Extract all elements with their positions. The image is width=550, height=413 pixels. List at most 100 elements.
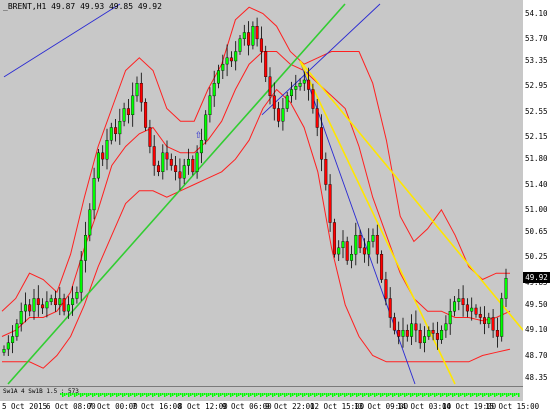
indicator-bar xyxy=(504,393,506,395)
price-tick-label: 52.95 xyxy=(525,81,548,91)
candle-body xyxy=(483,317,487,325)
candle-body xyxy=(461,298,465,306)
candle-body xyxy=(242,32,246,40)
price-tick-label: 53.35 xyxy=(525,56,548,65)
candle-body xyxy=(491,317,495,331)
indicator-bar xyxy=(510,393,512,395)
indicator-bar xyxy=(344,393,346,397)
indicator-bar xyxy=(234,393,236,395)
candle-body xyxy=(478,314,482,318)
candle-body xyxy=(144,101,148,128)
candle-body xyxy=(384,279,388,299)
indicator-bar xyxy=(516,393,518,395)
price-tick-label: 50.25 xyxy=(525,252,548,262)
indicator-bar xyxy=(480,393,482,395)
chart-canvas[interactable]: ⇧ xyxy=(0,0,523,400)
indicator-bar xyxy=(238,393,240,396)
indicator-bar xyxy=(246,393,248,395)
indicator-bar xyxy=(186,393,188,395)
indicator-bar xyxy=(152,393,154,397)
indicator-bar xyxy=(80,393,82,397)
candle-body xyxy=(290,89,294,97)
indicator-bar xyxy=(256,393,258,396)
indicator-bar xyxy=(408,393,410,395)
indicator-bar xyxy=(150,393,152,395)
candle-body xyxy=(178,171,182,179)
candle-body xyxy=(324,158,328,185)
indicator-bar xyxy=(462,393,464,395)
time-tick-label: 15 Oct 15:00 xyxy=(485,402,540,411)
indicator-bar xyxy=(276,393,278,395)
candle-body xyxy=(191,158,195,173)
candle-body xyxy=(328,184,332,223)
indicator-bar xyxy=(182,393,184,397)
candle-body xyxy=(487,317,491,325)
indicator-bar xyxy=(166,393,168,396)
yellow-trendline-6 xyxy=(299,60,523,331)
indicator-bar xyxy=(388,393,390,396)
candle-body xyxy=(109,127,113,141)
indicator-bar xyxy=(130,393,132,396)
candle-body xyxy=(45,301,49,309)
chart-window[interactable]: ⇧ _BRENT,H1 49.87 49.93 49.85 49.92 Sw1A… xyxy=(0,0,550,413)
time-tick-label: 7 Oct 00:00 xyxy=(88,402,138,411)
bollinger-lower-band xyxy=(2,88,511,369)
indicator-bar xyxy=(384,393,386,395)
indicator-bar xyxy=(498,393,500,395)
indicator-bar xyxy=(406,393,408,396)
candle-body xyxy=(32,298,36,312)
indicator-bar xyxy=(458,393,460,397)
indicator-bar xyxy=(460,393,462,396)
candle-body xyxy=(247,32,251,46)
indicator-subwindow[interactable]: Sw1A 4 Sw1B 1.5 : 573 xyxy=(0,386,523,401)
indicator-bar xyxy=(440,393,442,397)
indicator-bar xyxy=(66,393,68,395)
indicator-bar xyxy=(422,393,424,397)
indicator-bar xyxy=(220,393,222,396)
indicator-bar xyxy=(312,393,314,395)
candle-body xyxy=(195,152,199,173)
indicator-bar xyxy=(412,393,414,396)
indicator-bar xyxy=(464,393,466,397)
indicator-bar xyxy=(410,393,412,397)
indicator-bar xyxy=(306,393,308,395)
indicator-bar xyxy=(356,393,358,397)
indicator-bar xyxy=(454,393,456,396)
indicator-bar xyxy=(320,393,322,397)
candle-body xyxy=(285,95,289,109)
candle-body xyxy=(427,330,431,337)
candle-body xyxy=(135,82,139,97)
candle-body xyxy=(311,89,315,109)
candle-body xyxy=(414,323,418,331)
candle-body xyxy=(354,234,358,255)
indicator-bar xyxy=(470,393,472,397)
candle-body xyxy=(139,82,143,103)
candle-body xyxy=(96,152,100,179)
indicator-bar xyxy=(148,393,150,396)
candle-body xyxy=(259,38,263,52)
indicator-bar xyxy=(396,393,398,395)
candle-body xyxy=(54,298,58,306)
indicator-bar xyxy=(74,393,76,397)
price-chart-plot[interactable]: ⇧ _BRENT,H1 49.87 49.93 49.85 49.92 xyxy=(0,0,523,400)
indicator-bar xyxy=(254,393,256,397)
indicator-bar xyxy=(376,393,378,396)
candle-body xyxy=(58,298,62,306)
indicator-bar xyxy=(486,393,488,395)
indicator-bar xyxy=(318,393,320,395)
indicator-bar xyxy=(70,393,72,396)
indicator-bar xyxy=(316,393,318,396)
candle-body xyxy=(388,298,392,318)
indicator-bar xyxy=(514,393,516,396)
indicator-bar xyxy=(210,393,212,395)
candle-body xyxy=(19,311,23,325)
indicator-bar xyxy=(156,393,158,395)
candle-body xyxy=(380,253,384,280)
indicator-bar xyxy=(154,393,156,396)
indicator-bar xyxy=(160,393,162,396)
indicator-bar xyxy=(204,393,206,395)
indicator-bar xyxy=(280,393,282,396)
candle-body xyxy=(448,311,452,325)
indicator-bar xyxy=(168,393,170,395)
indicator-bar xyxy=(202,393,204,396)
